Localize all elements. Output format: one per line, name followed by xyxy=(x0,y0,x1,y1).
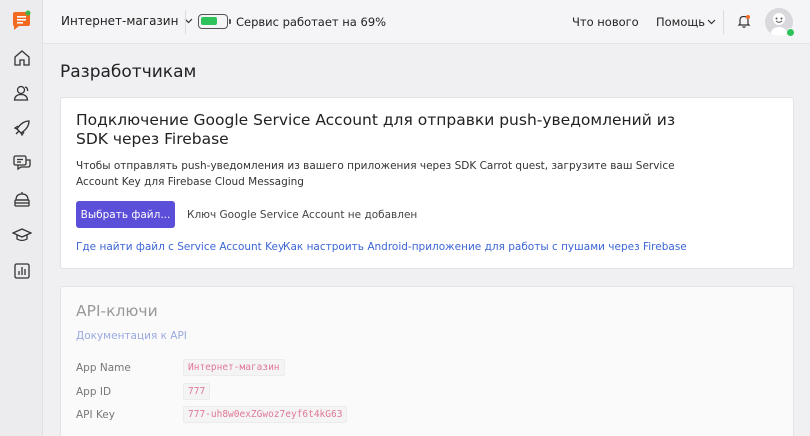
app-id-value[interactable]: 777 xyxy=(183,383,211,400)
api-key-label: API Key xyxy=(76,409,115,421)
api-keys-title: API-ключи xyxy=(76,302,158,320)
choose-file-button[interactable]: Выбрать файл... xyxy=(76,201,175,228)
users-icon[interactable] xyxy=(10,81,34,105)
whats-new-link[interactable]: Что нового xyxy=(572,15,639,29)
online-status-dot xyxy=(786,28,795,37)
project-name: Интернет-магазин xyxy=(61,14,179,28)
service-battery-icon xyxy=(198,14,231,29)
bot-icon[interactable] xyxy=(10,188,34,212)
where-find-key-link[interactable]: Где найти файл с Service Account Key xyxy=(76,241,284,253)
logo-icon[interactable] xyxy=(11,10,33,32)
rocket-icon[interactable] xyxy=(10,116,34,140)
service-status-text: Сервис работает на 69% xyxy=(236,15,387,29)
api-keys-card: API-ключи Документация к API App Name Ин… xyxy=(60,286,794,436)
page-title: Разработчикам xyxy=(60,62,197,82)
card-description: Чтобы отправлять push-уведомления из ваш… xyxy=(76,160,675,188)
file-status-text: Ключ Google Service Account не добавлен xyxy=(187,209,418,221)
chevron-down-icon xyxy=(707,19,716,25)
home-icon[interactable] xyxy=(10,46,34,70)
sidebar xyxy=(0,0,43,436)
project-switcher[interactable]: Интернет-магазин xyxy=(61,14,193,28)
divider xyxy=(723,10,724,34)
android-setup-link[interactable]: Как настроить Android-приложение для раб… xyxy=(283,241,687,253)
firebase-settings-card: Подключение Google Service Account для о… xyxy=(60,97,794,269)
battery-fill xyxy=(201,17,217,25)
reports-icon[interactable] xyxy=(10,259,34,283)
chat-icon[interactable] xyxy=(10,151,34,175)
divider xyxy=(185,10,186,34)
api-key-value[interactable]: 777-uh8w0exZGwoz7eyf6t4kG63 xyxy=(183,406,348,423)
help-label: Помощь xyxy=(656,15,706,29)
notifications-bell-icon[interactable] xyxy=(736,13,752,33)
api-docs-link[interactable]: Документация к API xyxy=(76,330,187,342)
app-name-value[interactable]: Интернет-магазин xyxy=(183,359,285,376)
app-id-label: App ID xyxy=(76,386,112,398)
app-name-label: App Name xyxy=(76,362,131,374)
help-menu[interactable]: Помощь xyxy=(656,15,716,29)
graduation-cap-icon[interactable] xyxy=(10,223,34,247)
top-bar: Интернет-магазин Сервис работает на 69% … xyxy=(43,0,810,44)
card-title: Подключение Google Service Account для о… xyxy=(76,111,676,148)
